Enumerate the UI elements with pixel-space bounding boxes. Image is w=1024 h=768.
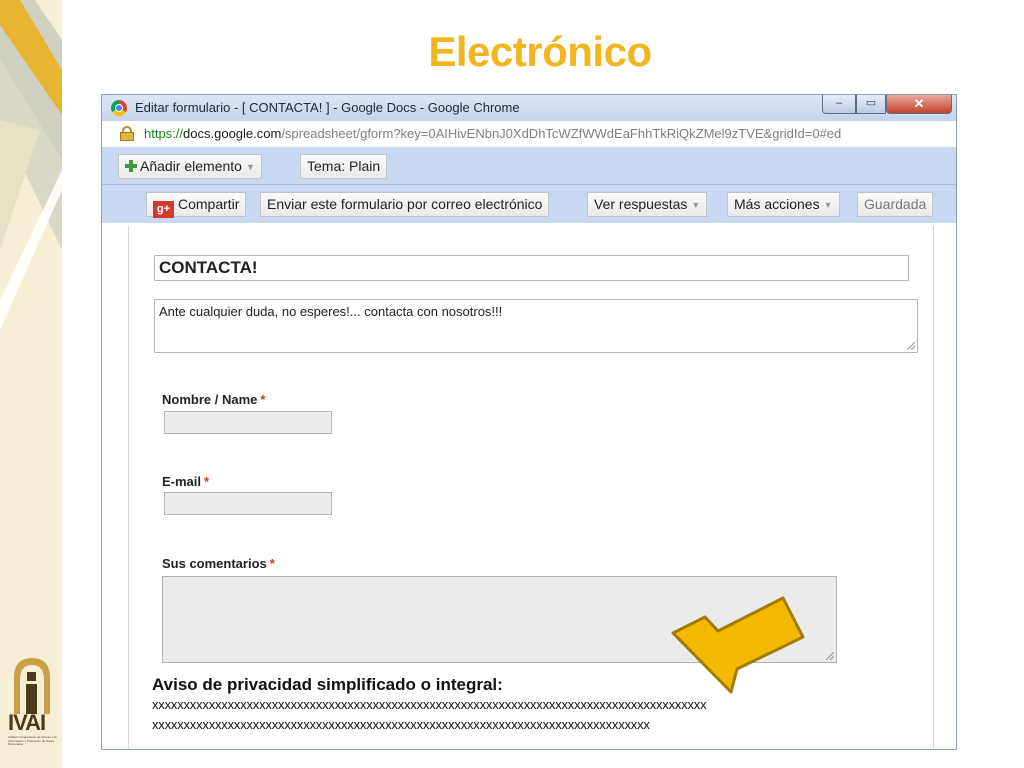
lock-icon[interactable] [120, 126, 134, 141]
plus-icon [125, 160, 137, 172]
minimize-button[interactable]: – [822, 95, 856, 114]
caret-down-icon: ▼ [245, 162, 255, 172]
form-toolbar-top: Añadir elemento ▼ Tema: Plain [102, 148, 956, 185]
google-plus-icon: g+ [153, 201, 174, 218]
logo-arch-icon [14, 658, 50, 714]
question-label-name-text: Nombre / Name [162, 392, 258, 407]
close-button[interactable]: ✕ [886, 95, 952, 114]
add-item-button[interactable]: Añadir elemento ▼ [118, 154, 262, 179]
url-path: /spreadsheet/gform?key=0AIHivENbnJ0XdDhT… [281, 126, 842, 141]
privacy-title: Aviso de privacidad simplificado o integ… [152, 675, 503, 694]
share-button[interactable]: g+ Compartir [146, 192, 247, 218]
logo-wordmark: IVAI [8, 710, 46, 735]
url-host: docs.google.com [183, 126, 282, 141]
privacy-placeholder-line-2: xxxxxxxxxxxxxxxxxxxxxxxxxxxxxxxxxxxxxxxx… [152, 717, 650, 732]
privacy-notice: Aviso de privacidad simplificado o integ… [152, 675, 942, 735]
required-mark: * [260, 392, 266, 407]
required-mark: * [204, 474, 210, 489]
view-responses-button[interactable]: Ver respuestas ▼ [587, 192, 708, 217]
arrow-icon [671, 596, 805, 694]
add-item-label: Añadir elemento [140, 158, 242, 174]
more-actions-button[interactable]: Más acciones ▼ [727, 192, 840, 217]
resize-handle-icon[interactable] [907, 342, 915, 350]
theme-button[interactable]: Tema: Plain [300, 154, 388, 179]
more-actions-label: Más acciones [734, 196, 820, 212]
saved-button[interactable]: Guardada [857, 192, 934, 217]
form-title-field[interactable]: CONTACTA! [154, 255, 909, 281]
caret-down-icon: ▼ [691, 200, 701, 210]
question-label-email: E-mail * [162, 474, 209, 489]
slide-title: Electrónico [428, 28, 652, 75]
form-description-field[interactable]: Ante cualquier duda, no esperes!... cont… [154, 299, 918, 353]
privacy-placeholder-line-1: xxxxxxxxxxxxxxxxxxxxxxxxxxxxxxxxxxxxxxxx… [152, 697, 707, 712]
form-editor: CONTACTA! Ante cualquier duda, no espere… [128, 226, 934, 749]
window-titlebar[interactable]: Editar formulario - [ CONTACTA! ] - Goog… [102, 95, 956, 121]
share-label: Compartir [178, 196, 240, 212]
window-controls: – ▭ ✕ [822, 95, 954, 115]
address-bar[interactable]: https://docs.google.com/spreadsheet/gfor… [102, 121, 956, 148]
email-input[interactable] [164, 492, 332, 515]
email-form-button[interactable]: Enviar este formulario por correo electr… [260, 192, 550, 217]
chrome-icon [111, 100, 127, 116]
question-label-name: Nombre / Name * [162, 392, 265, 407]
form-description-text: Ante cualquier duda, no esperes!... cont… [159, 304, 503, 319]
name-input[interactable] [164, 411, 332, 434]
ivai-logo: IVAI Instituto Veracruzano de Acceso a l… [8, 656, 57, 750]
view-responses-label: Ver respuestas [594, 196, 688, 212]
url-scheme: https:// [144, 126, 184, 141]
window-title: Editar formulario - [ CONTACTA! ] - Goog… [135, 100, 520, 115]
logo-small-text: Instituto Veracruzano de Acceso a la Inf… [8, 735, 57, 746]
maximize-button[interactable]: ▭ [856, 95, 886, 114]
browser-window: Editar formulario - [ CONTACTA! ] - Goog… [101, 94, 957, 750]
question-label-comments: Sus comentarios * [162, 556, 275, 571]
question-label-email-text: E-mail [162, 474, 202, 489]
required-mark: * [269, 556, 275, 571]
caret-down-icon: ▼ [823, 200, 833, 210]
url-text[interactable]: https://docs.google.com/spreadsheet/gfor… [144, 126, 841, 141]
resize-handle-icon[interactable] [826, 652, 834, 660]
form-toolbar-actions: g+ Compartir Enviar este formulario por c… [102, 185, 956, 223]
question-label-comments-text: Sus comentarios [162, 556, 267, 571]
